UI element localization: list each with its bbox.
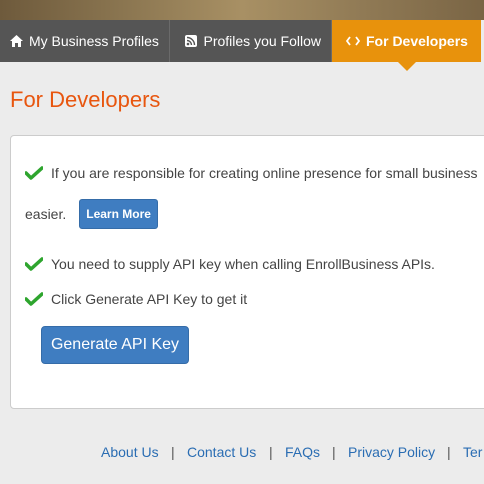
- developer-info-panel: If you are responsible for creating onli…: [10, 135, 484, 409]
- footer-link-faqs[interactable]: FAQs: [285, 444, 320, 460]
- page-title: For Developers: [10, 87, 161, 112]
- tab-label: For Developers: [366, 33, 468, 49]
- footer-separator: |: [171, 444, 175, 460]
- check-icon: [25, 257, 43, 271]
- check-icon: [25, 292, 43, 306]
- footer-link-about-us[interactable]: About Us: [101, 444, 159, 460]
- info-line-1: If you are responsible for creating onli…: [25, 165, 477, 181]
- footer-link-contact-us[interactable]: Contact Us: [187, 444, 256, 460]
- code-icon: [346, 34, 360, 48]
- home-icon: [9, 34, 23, 48]
- info-line-2: You need to supply API key when calling …: [25, 256, 435, 272]
- info-text: Click Generate API Key to get it: [51, 291, 248, 307]
- footer-link-privacy-policy[interactable]: Privacy Policy: [348, 444, 435, 460]
- rss-icon: [184, 34, 198, 48]
- info-text: easier.: [25, 206, 67, 222]
- info-line-3: Click Generate API Key to get it: [25, 291, 247, 307]
- footer-separator: |: [447, 444, 451, 460]
- info-line-1-continuation: easier. Learn More: [25, 199, 158, 229]
- tab-for-developers[interactable]: For Developers: [332, 20, 481, 71]
- tab-profiles-you-follow[interactable]: Profiles you Follow: [170, 20, 332, 62]
- tab-my-business-profiles[interactable]: My Business Profiles: [0, 20, 170, 62]
- hero-banner-strip: [0, 0, 484, 20]
- info-text: If you are responsible for creating onli…: [51, 165, 478, 181]
- tab-label: My Business Profiles: [29, 33, 159, 49]
- tab-bar: My Business Profiles Profiles you Follow…: [0, 20, 484, 71]
- check-icon: [25, 166, 43, 180]
- tab-label: Profiles you Follow: [203, 33, 322, 49]
- footer-links: About Us | Contact Us | FAQs | Privacy P…: [0, 444, 484, 464]
- info-text: You need to supply API key when calling …: [51, 256, 435, 272]
- footer-separator: |: [332, 444, 336, 460]
- learn-more-button[interactable]: Learn More: [79, 199, 158, 229]
- footer-separator: |: [269, 444, 273, 460]
- footer-link-terms[interactable]: Ter: [463, 444, 482, 460]
- generate-api-key-button[interactable]: Generate API Key: [41, 326, 189, 364]
